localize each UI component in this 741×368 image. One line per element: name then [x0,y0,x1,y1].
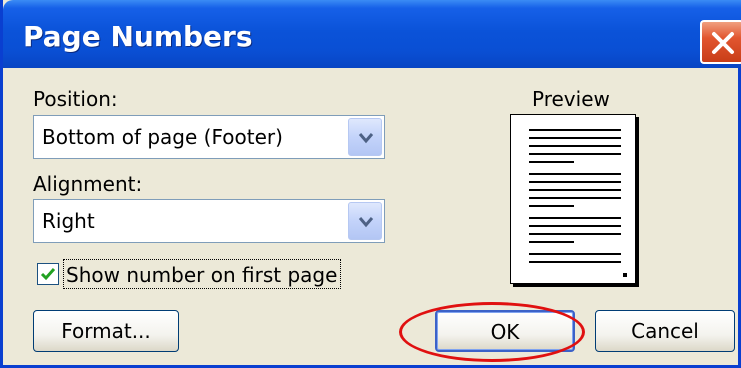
chevron-down-icon [358,133,374,144]
alignment-select[interactable]: Right [33,199,385,243]
position-label: Position: [33,87,118,111]
chevron-down-icon [358,217,374,228]
position-dropdown-button[interactable] [348,118,382,156]
checkmark-icon [40,268,56,281]
preview-text-line [529,233,621,235]
close-icon [712,32,734,54]
preview-text-line [529,161,574,163]
title-bar[interactable]: Page Numbers [3,0,741,68]
preview-text-line [529,173,621,175]
preview-text-line [529,241,574,243]
alignment-dropdown-button[interactable] [348,202,382,240]
preview-text-line [529,253,621,255]
show-number-first-page-checkbox[interactable] [37,263,59,285]
cancel-button[interactable]: Cancel [595,310,735,352]
preview-text-line [529,129,621,131]
show-number-first-page-label[interactable]: Show number on first page [63,259,342,289]
preview-text-line [529,189,621,191]
preview-text-line [529,145,621,147]
position-select-value: Bottom of page (Footer) [42,125,283,149]
page-numbers-dialog: Page Numbers Position: Bottom of page (F… [0,0,741,368]
preview-text-line [529,261,621,263]
alignment-select-value: Right [42,209,95,233]
preview-text-line [529,181,621,183]
dialog-title: Page Numbers [23,20,253,53]
ok-highlight-ellipse [399,302,585,362]
position-select[interactable]: Bottom of page (Footer) [33,115,385,159]
close-button[interactable] [700,20,741,64]
preview-text-line [529,137,621,139]
preview-text-line [529,225,621,227]
preview-page [510,114,636,284]
preview-text-line [529,153,621,155]
format-button[interactable]: Format... [33,310,179,352]
alignment-label: Alignment: [33,172,143,196]
preview-text-line [529,197,621,199]
preview-text-line [529,217,621,219]
preview-label: Preview [532,87,610,111]
preview-text-line [529,205,574,207]
preview-page-number [623,273,627,277]
